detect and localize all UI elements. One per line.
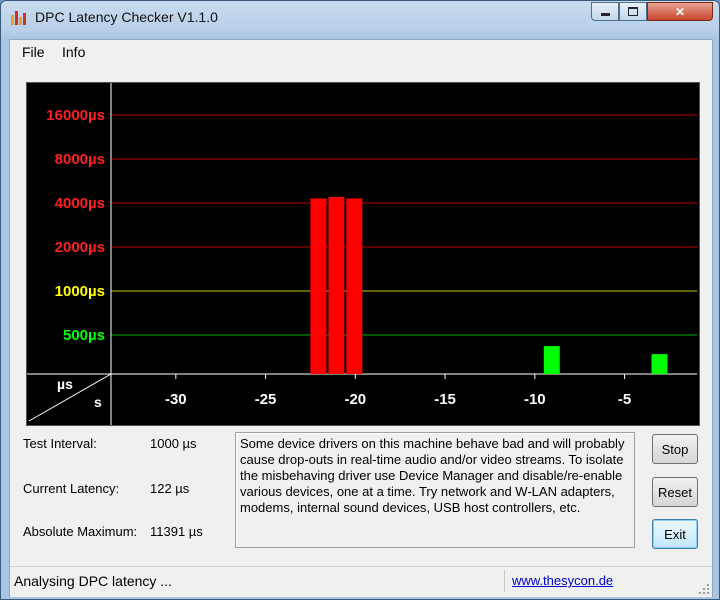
window-title: DPC Latency Checker V1.1.0 (35, 9, 218, 25)
title-bar[interactable]: DPC Latency Checker V1.1.0 ✕ (1, 1, 719, 33)
latency-bar (310, 198, 327, 374)
app-icon (11, 9, 27, 25)
x-tick-label: -10 (524, 391, 546, 408)
current-latency-value: 122 µs (150, 481, 190, 496)
minimize-button[interactable] (591, 2, 619, 21)
x-tick-label: -15 (434, 391, 456, 408)
y-unit-label: µs (57, 376, 73, 392)
y-tick-label: 16000µs (46, 107, 105, 124)
y-tick-label: 1000µs (55, 283, 105, 300)
menu-info[interactable]: Info (62, 44, 85, 60)
y-tick-label: 2000µs (55, 239, 105, 256)
latency-bar (651, 354, 668, 374)
stop-button[interactable]: Stop (652, 434, 698, 464)
menu-bar: File Info (10, 40, 712, 64)
status-text: Analysing DPC latency ... (14, 573, 172, 589)
menu-file[interactable]: File (22, 44, 45, 60)
close-button[interactable]: ✕ (647, 2, 713, 21)
latency-bar (543, 346, 560, 374)
maximize-button[interactable] (619, 2, 647, 21)
latency-chart-svg: 16000µs 8000µs 4000µs 2000µs 1000µs 500µs µs s -… (27, 83, 697, 425)
absolute-max-label: Absolute Maximum: (23, 524, 138, 539)
x-tick-label: -25 (255, 391, 277, 408)
latency-chart: 16000µs 8000µs 4000µs 2000µs 1000µs 500µs µs s -… (26, 82, 700, 426)
x-tick-label: -5 (618, 391, 631, 408)
latency-bar (346, 198, 363, 374)
test-interval-label: Test Interval: (23, 436, 97, 451)
status-bar: Analysing DPC latency ... www.thesycon.d… (10, 566, 712, 597)
current-latency-label: Current Latency: (23, 481, 120, 496)
close-icon: ✕ (674, 4, 686, 19)
message-box: Some device drivers on this machine beha… (235, 432, 635, 548)
test-interval-value: 1000 µs (150, 436, 197, 451)
y-tick-label: 500µs (63, 327, 105, 344)
website-link[interactable]: www.thesycon.de (512, 573, 613, 588)
client-area: File Info 16000µs 8000µs 4000µs 2000µs 1000µ… (9, 39, 713, 597)
x-unit-label: s (94, 394, 102, 410)
exit-button[interactable]: Exit (652, 519, 698, 549)
latency-bar (328, 196, 345, 374)
absolute-max-value: 11391 µs (150, 524, 203, 539)
x-tick-label: -30 (165, 391, 187, 408)
y-tick-label: 4000µs (55, 195, 105, 212)
maximize-icon (628, 7, 638, 16)
x-tick-label: -20 (344, 391, 366, 408)
y-tick-label: 8000µs (55, 151, 105, 168)
reset-button[interactable]: Reset (652, 477, 698, 507)
resize-grip-icon[interactable] (698, 583, 710, 595)
minimize-icon (600, 13, 610, 16)
app-window: DPC Latency Checker V1.1.0 ✕ File Info 1… (0, 0, 720, 600)
status-separator (504, 570, 505, 592)
